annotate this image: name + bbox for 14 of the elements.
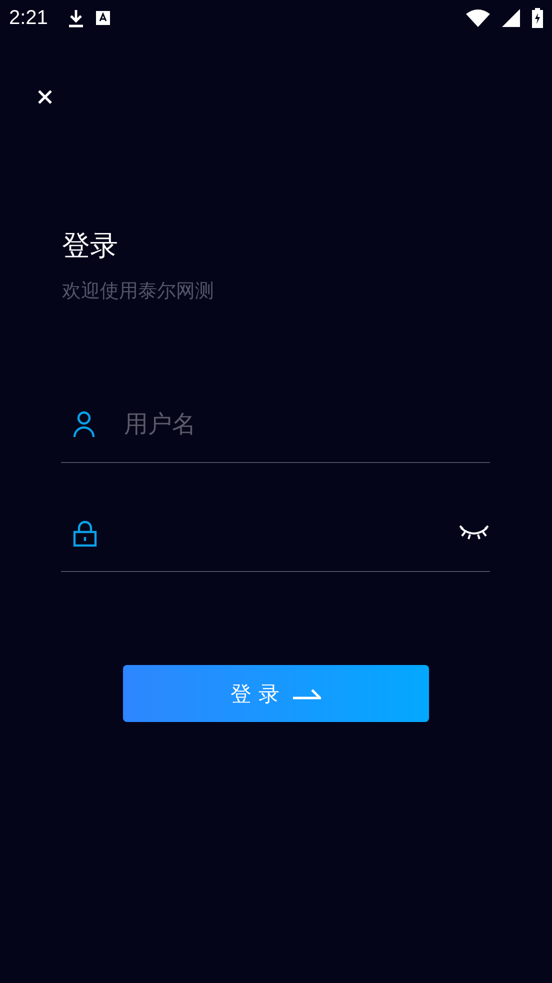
close-button[interactable] [37,89,53,105]
login-button[interactable]: 登 录 [123,665,429,722]
wifi-icon [466,9,490,27]
username-field[interactable]: 用户名 [122,409,490,439]
download-icon [68,8,84,28]
welcome-text: 欢迎使用泰尔网测 [62,279,214,304]
page-title: 登录 [62,228,118,264]
letter-tile-icon [96,11,110,25]
eye-closed-icon[interactable] [459,525,489,541]
user-icon [73,411,95,437]
signal-icon [502,9,520,27]
lock-icon [73,520,97,546]
status-time: 2:21 [9,6,48,30]
battery-charging-icon [532,8,543,28]
